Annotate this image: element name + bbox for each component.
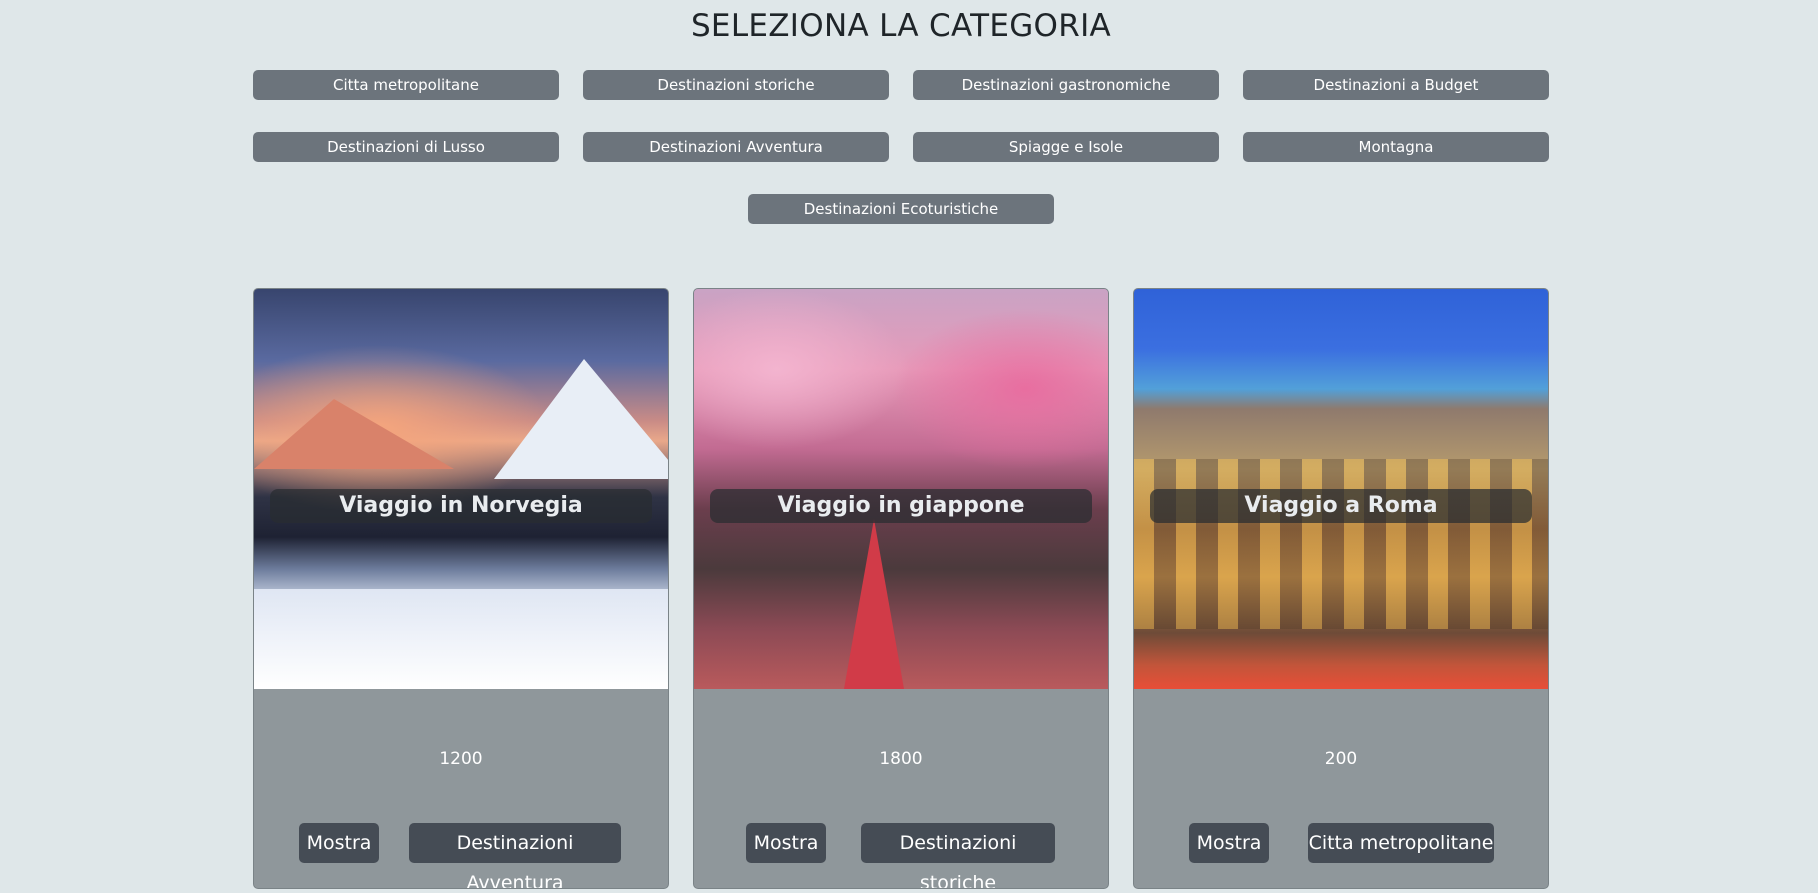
category-button-citta-metropolitane[interactable]: Citta metropolitane — [253, 70, 559, 100]
card-price: 1800 — [879, 749, 923, 769]
destination-card-rome: Viaggio a Roma 200 Mostra Citta metropol… — [1133, 288, 1549, 889]
category-button-destinazioni-ecoturistiche[interactable]: Destinazioni Ecoturistiche — [748, 194, 1054, 224]
category-button-destinazioni-di-lusso[interactable]: Destinazioni di Lusso — [253, 132, 559, 162]
show-button[interactable]: Mostra — [299, 823, 379, 863]
category-button-destinazioni-avventura[interactable]: Destinazioni Avventura — [583, 132, 889, 162]
destination-card-norway: Viaggio in Norvegia 1200 Mostra Destinaz… — [253, 288, 669, 889]
card-category-button[interactable]: Destinazioni storiche — [861, 823, 1055, 888]
card-category-button[interactable]: Destinazioni Avventura — [409, 823, 621, 888]
card-title: Viaggio a Roma — [1150, 489, 1532, 523]
show-button[interactable]: Mostra — [1189, 823, 1269, 863]
show-button[interactable]: Mostra — [746, 823, 826, 863]
category-button-spiagge-e-isole[interactable]: Spiagge e Isole — [913, 132, 1219, 162]
card-price: 200 — [1324, 749, 1358, 769]
category-button-destinazioni-a-budget[interactable]: Destinazioni a Budget — [1243, 70, 1549, 100]
page: SELEZIONA LA CATEGORIA Citta metropolita… — [0, 0, 1818, 893]
category-button-destinazioni-storiche[interactable]: Destinazioni storiche — [583, 70, 889, 100]
category-button-destinazioni-gastronomiche[interactable]: Destinazioni gastronomiche — [913, 70, 1219, 100]
card-title: Viaggio in giappone — [710, 489, 1092, 523]
card-price: 1200 — [439, 749, 483, 769]
page-title: SELEZIONA LA CATEGORIA — [690, 8, 1112, 44]
category-button-montagna[interactable]: Montagna — [1243, 132, 1549, 162]
card-title: Viaggio in Norvegia — [270, 489, 652, 523]
card-category-button[interactable]: Citta metropolitane — [1308, 823, 1494, 863]
destination-card-japan: Viaggio in giappone 1800 Mostra Destinaz… — [693, 288, 1109, 889]
